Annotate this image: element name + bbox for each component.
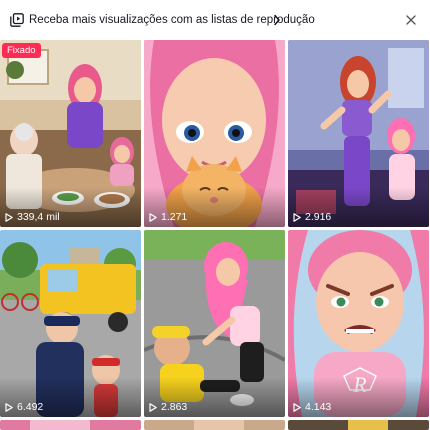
video-thumbnail <box>0 420 141 430</box>
pinned-badge: Fixado <box>2 43 41 58</box>
close-icon[interactable] <box>406 15 416 25</box>
video-tile[interactable] <box>288 420 429 430</box>
video-tile[interactable]: 1.271 <box>144 40 285 227</box>
view-count-text: 2.863 <box>161 401 188 413</box>
view-count-text: 1.271 <box>161 211 188 223</box>
video-tile[interactable]: 2.863 <box>144 230 285 417</box>
view-count-text: 4.143 <box>305 401 332 413</box>
video-grid: Fixado 339,4 mil 1.271 2.916 6.492 2.863… <box>0 40 430 430</box>
view-count: 4.143 <box>293 401 331 413</box>
video-thumbnail <box>288 420 429 430</box>
play-icon <box>5 402 13 412</box>
view-count: 2.916 <box>293 211 331 223</box>
video-tile[interactable]: 2.916 <box>288 40 429 227</box>
view-count: 6.492 <box>5 401 43 413</box>
video-tile[interactable]: 6.492 <box>0 230 141 417</box>
view-count-text: 339,4 mil <box>17 211 60 223</box>
view-count: 1.271 <box>149 211 187 223</box>
video-tile[interactable] <box>0 420 141 430</box>
view-count: 2.863 <box>149 401 187 413</box>
chevron-right-icon[interactable] <box>273 14 281 26</box>
play-icon <box>149 212 157 222</box>
playlist-promo-banner[interactable]: Receba mais visualizações com as listas … <box>0 0 430 40</box>
play-icon <box>5 212 13 222</box>
view-count: 339,4 mil <box>5 211 60 223</box>
play-icon <box>293 402 301 412</box>
view-count-text: 2.916 <box>305 211 332 223</box>
view-count-text: 6.492 <box>17 401 44 413</box>
video-thumbnail <box>144 420 285 430</box>
playlist-promo-text[interactable]: Receba mais visualizações com as listas … <box>29 13 315 27</box>
playlist-icon <box>10 13 24 27</box>
play-icon <box>293 212 301 222</box>
play-icon <box>149 402 157 412</box>
video-tile[interactable]: Fixado 339,4 mil <box>0 40 141 227</box>
video-tile[interactable] <box>144 420 285 430</box>
video-tile[interactable]: R 4.143 <box>288 230 429 417</box>
